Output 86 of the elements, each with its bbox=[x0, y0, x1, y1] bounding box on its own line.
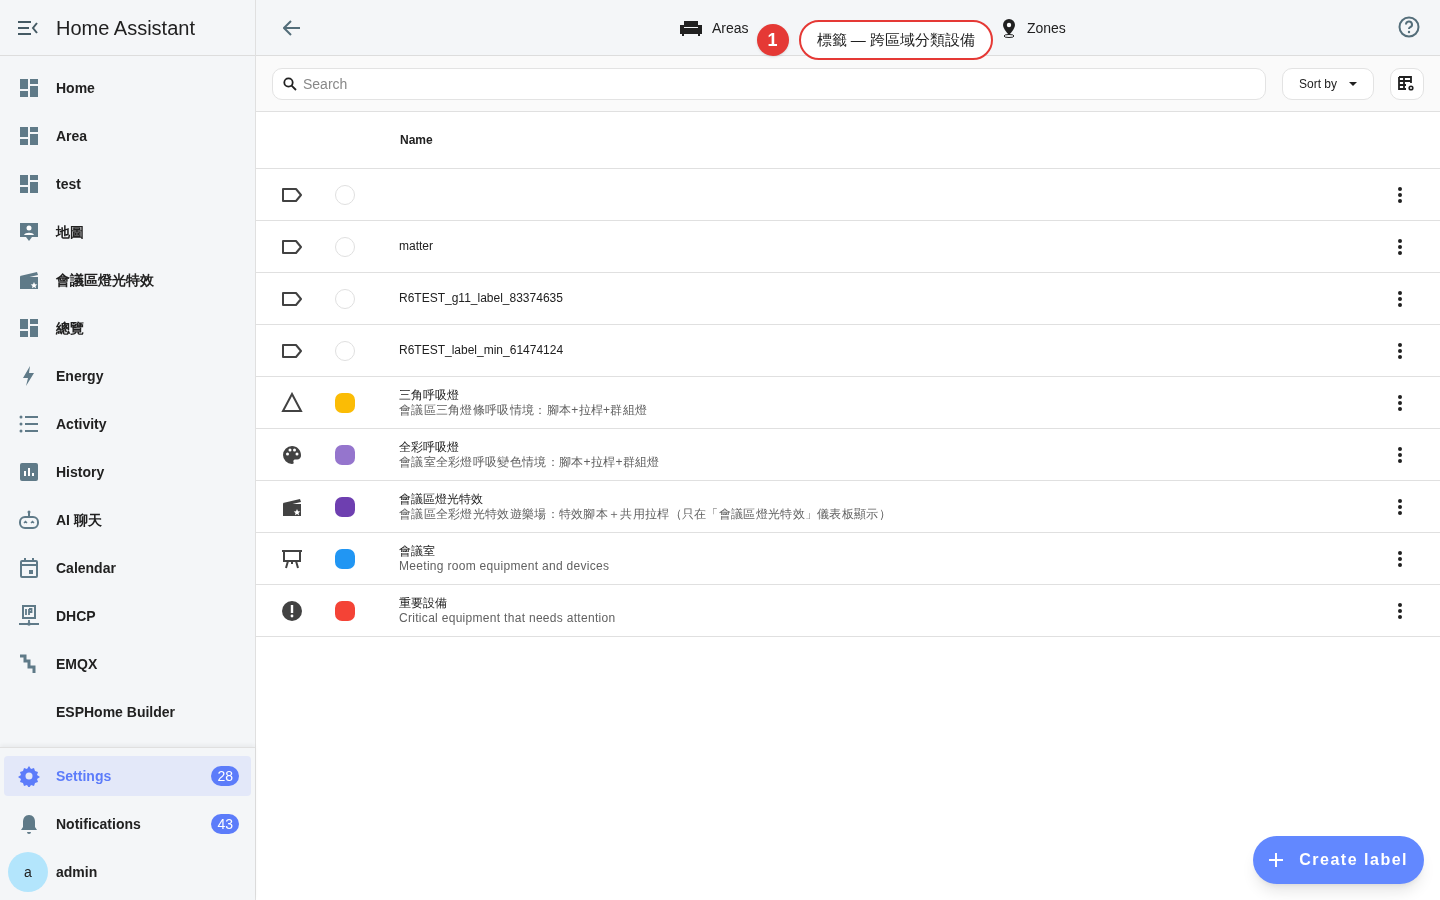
sidebar-item[interactable]: test bbox=[4, 164, 251, 204]
map-person-icon bbox=[18, 221, 40, 243]
dashboard-icon bbox=[18, 77, 40, 99]
sidebar-item[interactable]: ESPHome Builder bbox=[4, 692, 251, 732]
sidebar-item[interactable]: DHCP bbox=[4, 596, 251, 636]
table-settings-icon bbox=[1398, 75, 1416, 92]
label-name: 重要設備 bbox=[399, 595, 448, 611]
table-row[interactable]: R6TEST_label_min_61474124 bbox=[256, 325, 1440, 377]
label-description: 會議室全彩燈呼吸變色情境：腳本+拉桿+群組燈 bbox=[399, 454, 661, 470]
label-name: 全彩呼吸燈 bbox=[399, 439, 460, 455]
dashboard-icon bbox=[18, 125, 40, 147]
easel-icon bbox=[281, 547, 303, 570]
label-description: Meeting room equipment and devices bbox=[399, 558, 611, 574]
sidebar-item[interactable]: Activity bbox=[4, 404, 251, 444]
label-name: 三角呼吸燈 bbox=[399, 387, 460, 403]
help-icon bbox=[1398, 16, 1420, 38]
user-avatar[interactable]: a bbox=[8, 852, 48, 892]
sidebar-item[interactable]: Home bbox=[4, 68, 251, 108]
palette-icon bbox=[281, 443, 303, 466]
table-row[interactable]: 會議室 Meeting room equipment and devices bbox=[256, 533, 1440, 585]
count-badge: 28 bbox=[211, 766, 239, 786]
sort-by-button[interactable]: Sort by bbox=[1282, 67, 1374, 100]
dropdown-caret-icon bbox=[1349, 81, 1357, 86]
location-pin-icon bbox=[1000, 18, 1017, 38]
sidebar-item[interactable]: Energy bbox=[4, 356, 251, 396]
help-button[interactable] bbox=[1398, 16, 1420, 38]
table-row[interactable]: 重要設備 Critical equipment that needs attention bbox=[256, 585, 1440, 637]
label-name: matter bbox=[399, 239, 434, 254]
bar-chart-icon bbox=[18, 461, 40, 483]
sidebar-item[interactable]: Area bbox=[4, 116, 251, 156]
user-name[interactable]: admin bbox=[56, 861, 98, 883]
plus-icon bbox=[1269, 853, 1284, 867]
settings-icon bbox=[18, 765, 40, 787]
label-name: 會議室 bbox=[399, 543, 436, 559]
label-name: R6TEST_g11_label_83374635 bbox=[399, 291, 564, 306]
more-icon bbox=[1398, 238, 1402, 255]
more-icon bbox=[1398, 342, 1402, 359]
column-header[interactable]: Name bbox=[400, 131, 433, 149]
search-icon bbox=[283, 76, 297, 91]
sidebar-item[interactable]: 會議區燈光特效 bbox=[4, 260, 251, 300]
more-icon bbox=[1398, 446, 1402, 463]
table-row[interactable]: matter bbox=[256, 221, 1440, 273]
triangle-icon bbox=[281, 391, 303, 414]
network-ip-icon bbox=[18, 605, 40, 627]
label-description: 會議區全彩燈光特效遊樂場：特效腳本＋共用拉桿（只在「會議區燈光特效」儀表板顯示） bbox=[399, 506, 892, 522]
step-number-badge: 1 bbox=[756, 24, 789, 56]
sidebar-item[interactable]: History bbox=[4, 452, 251, 492]
sidebar-item[interactable]: Notifications 43 bbox=[4, 804, 251, 844]
back-icon bbox=[283, 19, 301, 36]
calendar-icon bbox=[18, 557, 40, 579]
more-icon bbox=[1398, 550, 1402, 567]
menu-icon bbox=[17, 19, 39, 36]
label-description: Critical equipment that needs attention bbox=[399, 610, 617, 626]
table-settings-button[interactable] bbox=[1390, 67, 1424, 100]
sidebar-item[interactable]: 總覽 bbox=[4, 308, 251, 348]
sidebar-item[interactable]: 地圖 bbox=[4, 212, 251, 252]
sidebar-item[interactable]: Settings 28 bbox=[4, 756, 251, 796]
search-field[interactable]: Search bbox=[272, 67, 1266, 100]
more-icon bbox=[1398, 394, 1402, 411]
dashboard-icon bbox=[18, 173, 40, 195]
sidebar-item[interactable]: Calendar bbox=[4, 548, 251, 588]
label-name: R6TEST_label_min_61474124 bbox=[399, 343, 565, 358]
sidebar-item[interactable]: AI 聊天 bbox=[4, 500, 251, 540]
table-row[interactable]: 會議區燈光特效 會議區全彩燈光特效遊樂場：特效腳本＋共用拉桿（只在「會議區燈光特效」儀表板顯示） bbox=[256, 481, 1440, 533]
more-icon bbox=[1398, 186, 1402, 203]
sidebar-item[interactable]: EMQX bbox=[4, 644, 251, 684]
more-icon bbox=[1398, 602, 1402, 619]
clapperboard-icon bbox=[18, 269, 40, 291]
alert-icon bbox=[281, 599, 303, 622]
nav-tab[interactable]: Zones bbox=[998, 0, 1068, 56]
bell-icon bbox=[18, 813, 40, 835]
table-row[interactable]: 三角呼吸燈 會議區三角燈條呼吸情境：腳本+拉桿+群組燈 bbox=[256, 377, 1440, 429]
callout-tooltip: 標籤 — 跨區域分類設備 bbox=[798, 20, 993, 60]
dashboard-icon bbox=[18, 317, 40, 339]
table-row[interactable]: R6TEST_g11_label_83374635 bbox=[256, 273, 1440, 325]
label-description: 會議區三角燈條呼吸情境：腳本+拉桿+群組燈 bbox=[399, 402, 649, 418]
nav-tab[interactable]: Areas bbox=[678, 0, 751, 56]
app-title: Home Assistant bbox=[56, 15, 195, 41]
count-badge: 43 bbox=[211, 814, 239, 834]
list-icon bbox=[18, 413, 40, 435]
robot-icon bbox=[18, 509, 40, 531]
label-name: 會議區燈光特效 bbox=[399, 491, 484, 507]
more-icon bbox=[1398, 290, 1402, 307]
more-icon bbox=[1398, 498, 1402, 515]
table-row[interactable]: 全彩呼吸燈 會議室全彩燈呼吸變色情境：腳本+拉桿+群組燈 bbox=[256, 429, 1440, 481]
sofa-icon bbox=[680, 20, 702, 36]
